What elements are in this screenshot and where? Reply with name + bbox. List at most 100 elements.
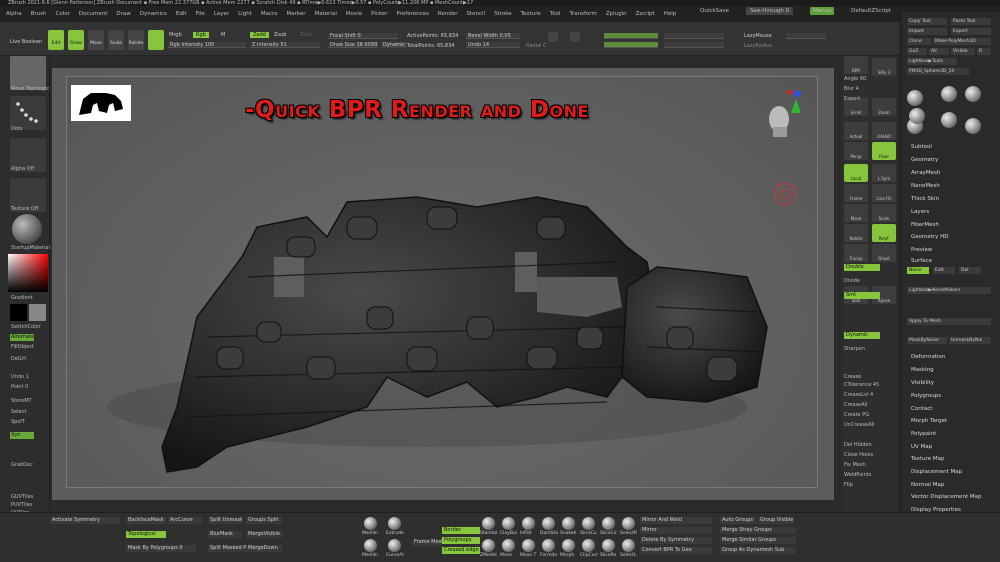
palette-paste-tool[interactable]: Paste Tool (951, 18, 991, 25)
draw-size-slider[interactable]: Draw Size 38.60993 (328, 42, 378, 48)
shelf-floor-button[interactable]: Floor (872, 142, 896, 160)
section-layers[interactable]: Layers (911, 209, 929, 215)
menu-preferences[interactable]: Preferences (397, 11, 429, 17)
menu-draw[interactable]: Draw (116, 11, 130, 17)
secondary-color-swatch[interactable] (29, 304, 46, 321)
bottom-polygroups-button[interactable]: Polygroups (442, 537, 480, 544)
shelf-export[interactable]: Export (844, 96, 860, 102)
mrgb-button[interactable]: Mrgb (169, 32, 182, 38)
move-button[interactable]: Move (88, 30, 104, 50)
apply-to-mesh-button[interactable]: Apply To Mesh (907, 318, 991, 325)
shelf-del-hidden[interactable]: Del Hidden (844, 442, 872, 448)
bottom-blurmask[interactable]: BlurMask (208, 531, 242, 538)
menu-alpha[interactable]: Alpha (6, 11, 22, 17)
alternate-button[interactable]: Alternate (10, 334, 34, 341)
section-subtool[interactable]: Subtool (911, 144, 932, 150)
bottom-frame-mesh-button[interactable]: Frame Mesh (412, 539, 442, 546)
menu-tool[interactable]: Tool (550, 11, 561, 17)
menu-light[interactable]: Light (238, 11, 252, 17)
palette-export[interactable]: Export (951, 28, 991, 35)
section-uv-map[interactable]: UV Map (911, 444, 932, 450)
menus-button[interactable]: Menus (810, 7, 835, 15)
lazymouse-button[interactable]: LazyMouse (744, 33, 772, 39)
shelf-ctolerance-45[interactable]: CTolerance 45 (844, 382, 879, 388)
menu-brush[interactable]: Brush (31, 11, 47, 17)
section-morph-target[interactable]: Morph Target (911, 418, 947, 424)
mask-by-noise-button[interactable]: MaskByNoise (907, 337, 947, 344)
sphere-icon[interactable] (148, 30, 164, 50)
menu-transform[interactable]: Transform (569, 11, 596, 17)
shelf-spix-3-button[interactable]: SPix 3 (872, 58, 896, 76)
zadd-button[interactable]: Zadd (250, 32, 269, 38)
shelf-local-button[interactable]: Local (844, 164, 868, 182)
brush-move-t-icon[interactable] (522, 539, 535, 552)
bottom-backfacemask[interactable]: BackfaceMask (126, 517, 166, 524)
rotate-button[interactable]: Rotate (128, 30, 144, 50)
menu-stencil[interactable]: Stencil (466, 11, 485, 17)
section-vector-displacement-map[interactable]: Vector Displacement Map (911, 494, 981, 500)
shelf-polyf-button[interactable]: PolyF (872, 224, 896, 242)
palette-pm3d-sphere3d-50[interactable]: PM3D_Sphere3D_50 (907, 68, 969, 75)
section-fibermesh[interactable]: FiberMesh (911, 222, 939, 228)
menu-zplugin[interactable]: Zplugin (606, 11, 627, 17)
palette-clone[interactable]: Clone (907, 38, 931, 45)
navigation-head-icon[interactable] (763, 89, 803, 141)
lazy-step-slider[interactable] (786, 33, 826, 39)
menu-stroke[interactable]: Stroke (494, 11, 512, 17)
bottom-mirror-and-weld-button[interactable]: Mirror And Weld (640, 517, 712, 524)
shelf-sharpen[interactable]: Sharpen (844, 346, 865, 352)
noise-button[interactable]: Noise (907, 267, 929, 274)
brush-selectr-icon[interactable] (622, 517, 635, 530)
shelf-uncreaseall[interactable]: UnCreaseAll (844, 422, 874, 428)
section-displacement-map[interactable]: Displacement Map (911, 469, 962, 475)
fill-object-button[interactable]: FillObject (10, 344, 34, 351)
menu-movie[interactable]: Movie (346, 11, 362, 17)
bottom-topological[interactable]: Topological (126, 531, 166, 538)
draw-button[interactable]: Draw (68, 30, 84, 50)
arrow-left-icon[interactable] (548, 32, 558, 42)
shelf-creaselvl-4[interactable]: CreaseLvl 4 (844, 392, 873, 398)
tool-0-thumbnail[interactable] (907, 90, 923, 106)
quicksave-button[interactable]: QuickSave (700, 8, 729, 14)
menu-color[interactable]: Color (56, 11, 70, 17)
brush-inflat-icon[interactable] (522, 517, 535, 530)
section-texture-map[interactable]: Texture Map (911, 456, 945, 462)
rgb-intensity-slider[interactable]: Rgb Intensity 100 (168, 42, 246, 48)
lightbox-noise-button[interactable]: Lightbox▶NoiseMakers (907, 287, 991, 294)
section-normal-map[interactable]: Normal Map (911, 482, 944, 488)
bottom-creased-edge-button[interactable]: Creased edge (442, 547, 480, 554)
zcut-button[interactable]: Zcut (300, 32, 311, 38)
lazyradius-slider[interactable]: LazyRadius (744, 43, 772, 49)
left-shelf-undo-1[interactable]: Undo 1 (10, 374, 29, 381)
menu-file[interactable]: File (196, 11, 205, 17)
shelf-dynamic[interactable]: Dynamic (844, 332, 880, 339)
dynamic-button[interactable]: Dynamic (381, 42, 408, 48)
bottom-arccurve[interactable]: ArcCurve (168, 517, 202, 524)
section-surface[interactable]: Surface (911, 258, 932, 264)
bottom-activate-symmetry[interactable]: Activate Symmetry (50, 517, 120, 524)
switch-color-button[interactable]: SwitchColor (10, 324, 41, 331)
left-shelf-storemt[interactable]: StoreMT (10, 398, 32, 405)
brush-thumbnail[interactable] (10, 56, 46, 90)
shelf-aahalf-button[interactable]: AAHalf (872, 122, 896, 140)
brush-formdo-icon[interactable] (542, 539, 555, 552)
menu-macro[interactable]: Macro (261, 11, 278, 17)
brush-meshin-icon[interactable] (364, 539, 377, 552)
left-shelf-grabdoc[interactable]: GrabDoc (10, 462, 33, 469)
brush-option-slider-3[interactable] (664, 33, 724, 39)
shelf-actual-button[interactable]: Actual (844, 122, 868, 140)
brush-morph-icon[interactable] (562, 539, 575, 552)
shelf-line-fill-button[interactable]: Line Fill (872, 184, 896, 202)
menu-layer[interactable]: Layer (214, 11, 229, 17)
bottom-merge-stray-groups-button[interactable]: Merge Stray Groups (720, 527, 796, 534)
edit-button[interactable]: Edit (48, 30, 64, 50)
shelf-fix-mesh[interactable]: Fix Mesh (844, 462, 866, 468)
palette-copy-tool[interactable]: Copy Tool (907, 18, 947, 25)
shelf-double[interactable]: Double (844, 264, 880, 271)
menu-material[interactable]: Material (315, 11, 337, 17)
brush-damsta-icon[interactable] (542, 517, 555, 530)
rgb-button[interactable]: Rgb (193, 32, 209, 38)
menu-zscript[interactable]: Zscript (636, 11, 655, 17)
brush-option-slider-1[interactable] (604, 33, 658, 39)
left-shelf-puvtiles[interactable]: PUVTiles (10, 502, 32, 509)
